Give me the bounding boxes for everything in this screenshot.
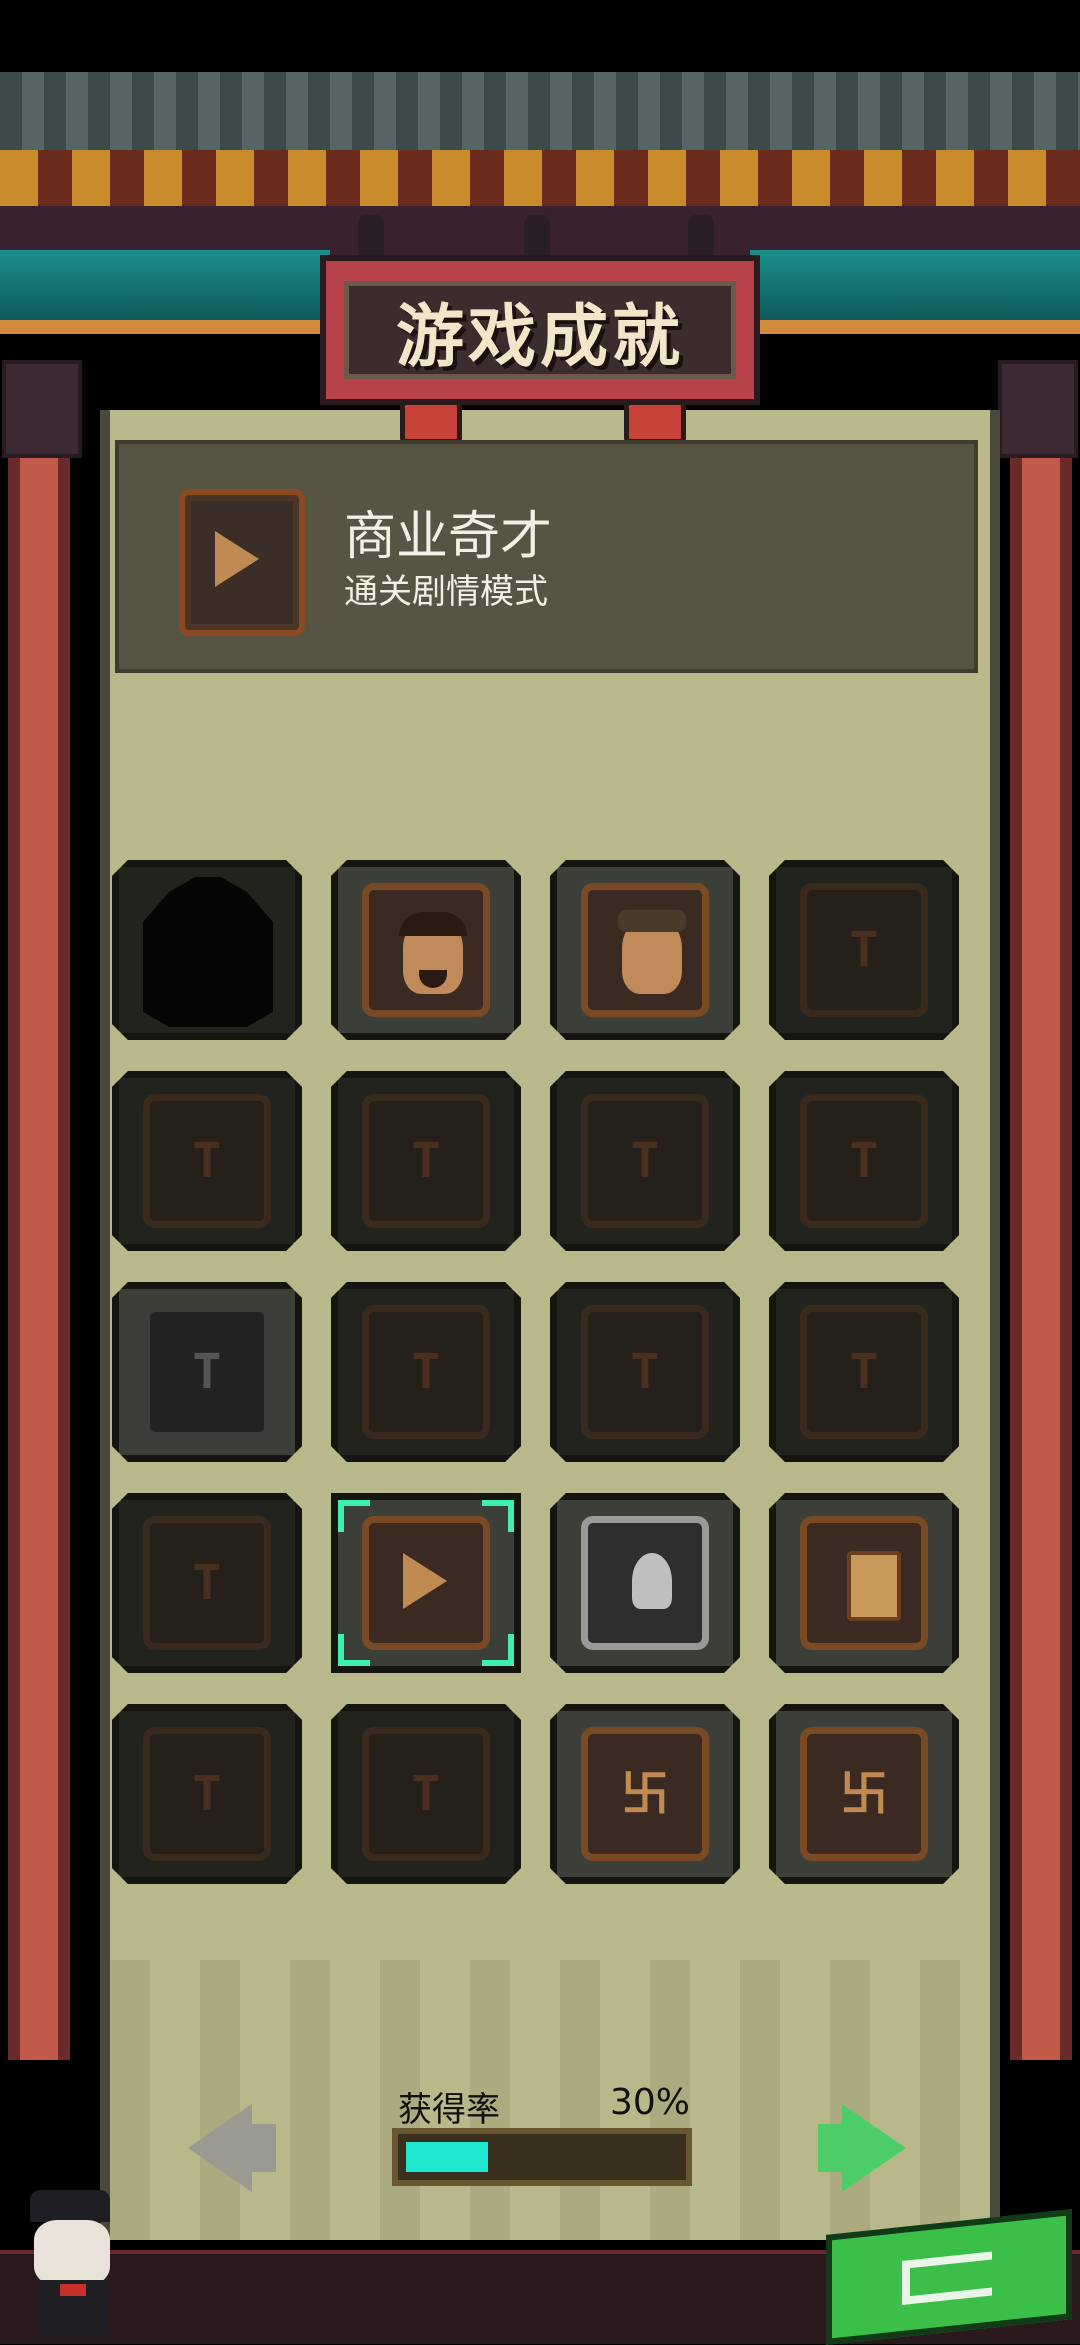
mascot-avatar bbox=[8, 2180, 138, 2340]
locked-badge-icon: T bbox=[800, 883, 928, 1017]
capped-man-portrait-icon bbox=[581, 883, 709, 1017]
play-badge-icon bbox=[362, 1516, 490, 1650]
locked-laurel-badge-icon: T bbox=[143, 1516, 271, 1650]
lantern-icon bbox=[400, 400, 462, 444]
play-badge-icon bbox=[179, 489, 305, 636]
page-title: 游戏成就 bbox=[395, 297, 684, 377]
right-pillar-cap bbox=[998, 360, 1078, 458]
locked-badge-icon: T bbox=[581, 1094, 709, 1228]
achievement-tile[interactable] bbox=[331, 860, 521, 1040]
achievement-tile[interactable]: T bbox=[331, 1071, 521, 1251]
right-arrow-tail[interactable] bbox=[818, 2124, 842, 2172]
achievement-tile[interactable] bbox=[112, 860, 302, 1040]
achievement-tile[interactable]: T bbox=[550, 1071, 740, 1251]
locked-badge-icon: T bbox=[143, 1094, 271, 1228]
locked-badge-icon: T bbox=[362, 1094, 490, 1228]
completion-rate-value: 30% bbox=[610, 2082, 691, 2123]
selection-corner bbox=[338, 1634, 370, 1666]
right-beam-decoration bbox=[750, 250, 1080, 334]
completion-rate-label: 获得率 bbox=[398, 2090, 500, 2130]
card-badge-icon bbox=[800, 1516, 928, 1650]
achievement-tile[interactable]: T bbox=[550, 1282, 740, 1462]
locked-laurel-badge-icon: T bbox=[143, 1727, 271, 1861]
completion-progress-bar bbox=[392, 2128, 692, 2186]
achievement-name: 商业奇才 bbox=[344, 507, 553, 567]
bearded-man-portrait-icon bbox=[362, 883, 490, 1017]
ghost-badge-icon bbox=[581, 1516, 709, 1650]
locked-laurel-badge-icon: T bbox=[581, 1305, 709, 1439]
achievement-detail-card: 商业奇才 通关剧情模式 bbox=[115, 440, 978, 673]
panel-texture bbox=[110, 1960, 990, 2240]
achievement-tile[interactable]: 卐 bbox=[769, 1704, 959, 1884]
achievement-tile[interactable]: T bbox=[112, 1282, 302, 1462]
achievement-tile[interactable]: T bbox=[112, 1071, 302, 1251]
achievement-tile[interactable]: T bbox=[112, 1493, 302, 1673]
achievement-grid: T T T T T T T T T T T T 卐 卐 bbox=[112, 860, 962, 1884]
selection-corner bbox=[338, 1500, 370, 1532]
achievement-tile[interactable]: T bbox=[331, 1282, 521, 1462]
title-plate: 游戏成就 bbox=[344, 281, 736, 379]
completion-progress-fill bbox=[406, 2142, 488, 2172]
selection-corner bbox=[482, 1500, 514, 1532]
locked-laurel-badge-icon: T bbox=[362, 1305, 490, 1439]
return-icon bbox=[902, 2251, 992, 2305]
achievement-tile[interactable]: T bbox=[331, 1704, 521, 1884]
achievement-tile[interactable]: T bbox=[769, 1071, 959, 1251]
left-pillar-cap bbox=[2, 360, 82, 458]
selection-corner bbox=[482, 1634, 514, 1666]
achievement-tile-selected[interactable] bbox=[331, 1493, 521, 1673]
right-arrow-icon[interactable] bbox=[842, 2104, 906, 2192]
maze-badge-icon: 卐 bbox=[800, 1727, 928, 1861]
locked-badge-icon: T bbox=[362, 1727, 490, 1861]
achievement-description: 通关剧情模式 bbox=[344, 572, 548, 612]
left-beam-decoration bbox=[0, 250, 330, 334]
achievement-tile[interactable]: T bbox=[769, 1282, 959, 1462]
silhouette-icon bbox=[143, 877, 273, 1027]
status-strip bbox=[0, 0, 1080, 72]
lantern-icon bbox=[624, 400, 686, 444]
right-pillar bbox=[1010, 360, 1072, 2060]
achievement-tile[interactable] bbox=[550, 1493, 740, 1673]
left-pillar bbox=[8, 360, 70, 2060]
locked-laurel-badge-icon: T bbox=[800, 1305, 928, 1439]
maze-badge-icon: 卐 bbox=[581, 1727, 709, 1861]
achievement-tile[interactable]: T bbox=[769, 860, 959, 1040]
left-arrow-tail[interactable] bbox=[252, 2124, 276, 2172]
title-board: 游戏成就 bbox=[320, 255, 760, 405]
locked-silver-badge-icon: T bbox=[143, 1305, 271, 1439]
left-arrow-icon[interactable] bbox=[188, 2104, 252, 2192]
achievement-tile[interactable]: 卐 bbox=[550, 1704, 740, 1884]
achievement-tile[interactable] bbox=[769, 1493, 959, 1673]
achievement-tile[interactable]: T bbox=[112, 1704, 302, 1884]
achievement-tile[interactable] bbox=[550, 860, 740, 1040]
locked-badge-icon: T bbox=[800, 1094, 928, 1228]
roof-band-decoration bbox=[0, 150, 1080, 206]
